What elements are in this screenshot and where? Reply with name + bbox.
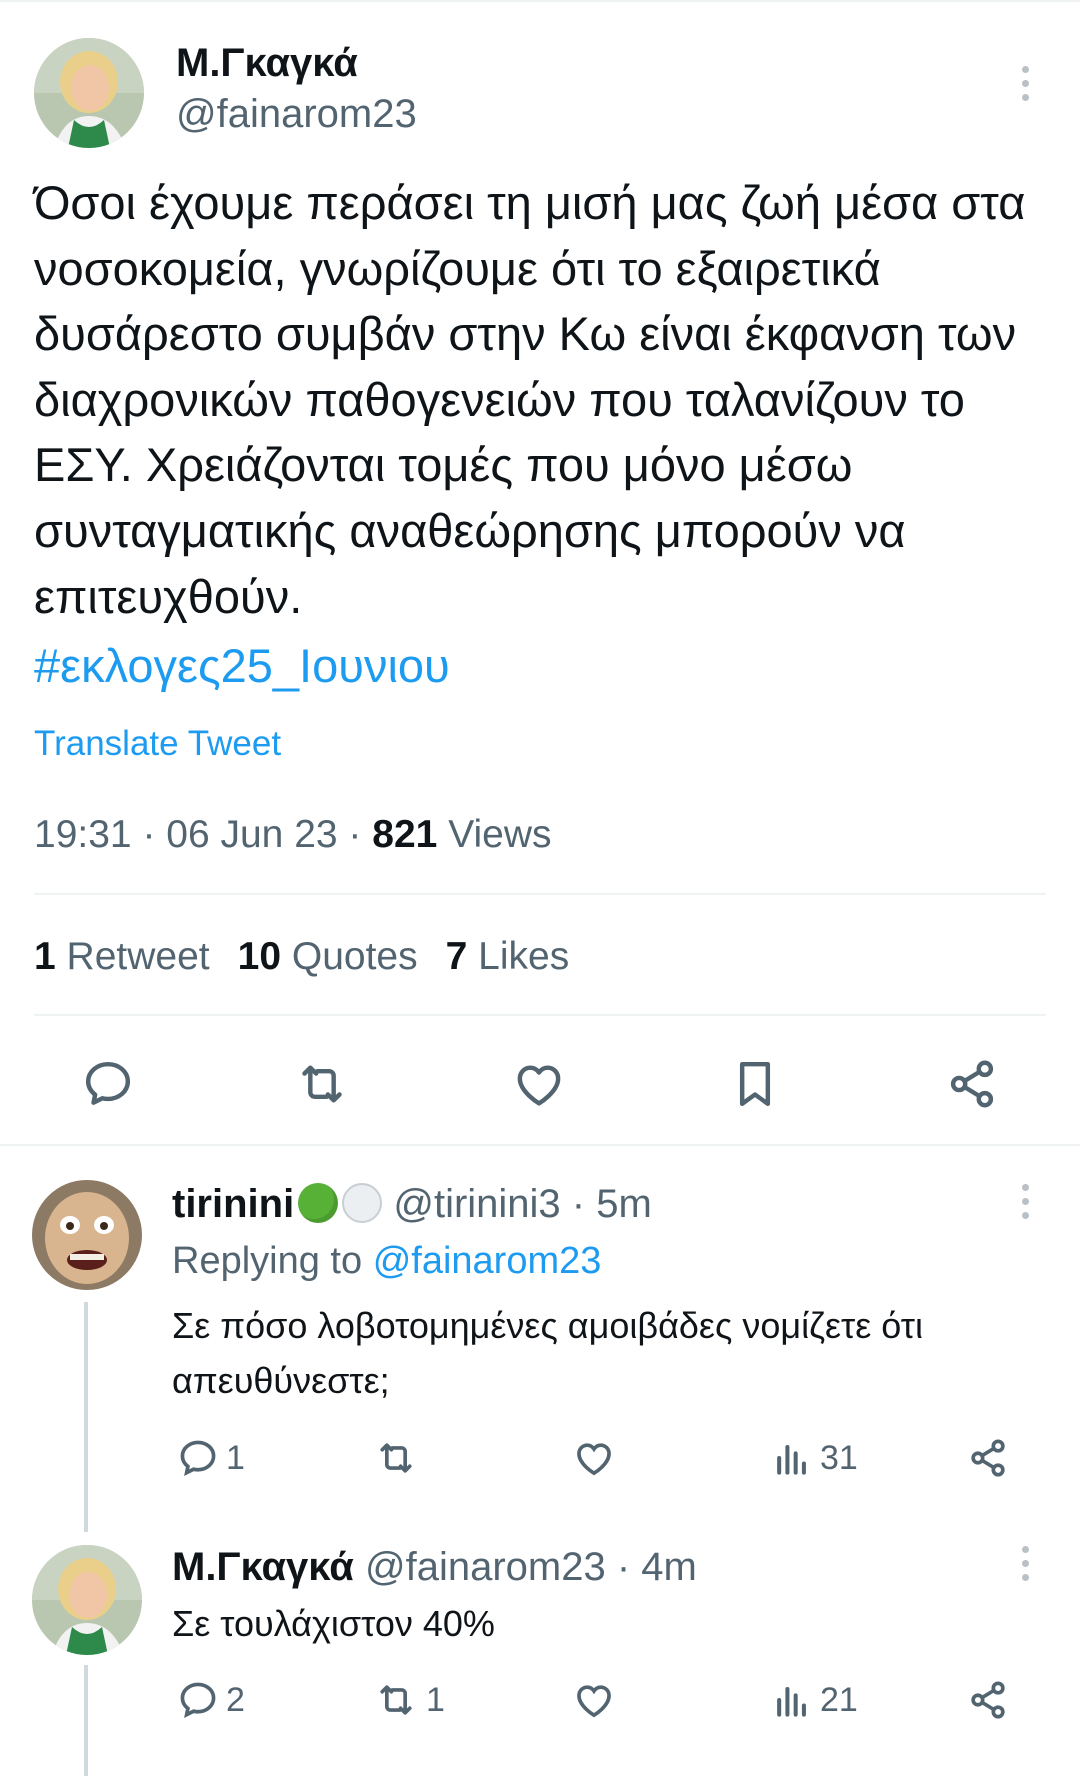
share-icon[interactable] xyxy=(966,1436,1010,1480)
more-options-icon[interactable] xyxy=(1015,66,1035,101)
thread-line xyxy=(84,1665,88,1776)
divider xyxy=(34,893,1046,895)
views-button[interactable]: 21 xyxy=(770,1678,858,1722)
reply-author-name[interactable]: tirinini xyxy=(172,1182,294,1226)
like-icon[interactable] xyxy=(511,1056,567,1112)
white-circle-emoji xyxy=(342,1183,383,1223)
replying-to: Replying to @fainarom23 xyxy=(172,1240,602,1282)
green-circle-emoji xyxy=(298,1183,339,1223)
retweet-button[interactable]: 1 xyxy=(372,1678,445,1722)
reply-author-name[interactable]: Μ.Γκαγκά xyxy=(172,1545,354,1589)
like-icon xyxy=(577,1443,611,1476)
author-avatar[interactable] xyxy=(34,38,144,148)
translate-tweet-link[interactable]: Translate Tweet xyxy=(34,724,281,764)
more-options-icon[interactable] xyxy=(1015,1184,1035,1219)
reply-author-handle[interactable]: @fainarom23 xyxy=(365,1545,606,1589)
quotes-stat[interactable]: 10 Quotes xyxy=(238,935,418,979)
thread-line xyxy=(84,1302,88,1532)
reply-avatar[interactable] xyxy=(32,1545,142,1655)
bookmark-icon[interactable] xyxy=(727,1056,783,1112)
reply-author-line: tirinini @tirinini3 · 5m xyxy=(172,1182,652,1226)
like-button[interactable] xyxy=(572,1678,622,1722)
tweet-text: Όσοι έχουμε περάσει τη μισή μας ζωή μέσα… xyxy=(34,176,1026,623)
reply-count: 1 xyxy=(226,1438,245,1477)
views-label: Views xyxy=(448,813,552,856)
analytics-icon xyxy=(777,1686,806,1717)
views-count: 31 xyxy=(820,1438,858,1477)
analytics-icon xyxy=(777,1444,806,1475)
reply-count: 2 xyxy=(226,1680,245,1719)
reply-age[interactable]: 5m xyxy=(596,1182,652,1226)
like-button[interactable] xyxy=(572,1436,622,1480)
tweet-stats: 1 Retweet 10 Quotes 7 Likes xyxy=(34,935,597,979)
reply-text: Σε τουλάχιστον 40% xyxy=(172,1603,495,1644)
more-options-icon[interactable] xyxy=(1015,1546,1035,1581)
share-icon[interactable] xyxy=(966,1678,1010,1722)
reply-author-line: Μ.Γκαγκά @fainarom23 · 4m xyxy=(172,1545,697,1589)
author-name[interactable]: Μ.Γκαγκά xyxy=(176,41,358,86)
reply-icon xyxy=(180,1440,216,1476)
reply-author-handle[interactable]: @tirinini3 xyxy=(393,1182,560,1226)
likes-stat[interactable]: 7 Likes xyxy=(446,935,570,979)
retweet-count: 1 xyxy=(426,1680,445,1719)
share-icon[interactable] xyxy=(944,1056,1000,1112)
retweet-icon[interactable] xyxy=(292,1056,352,1112)
views-count: 21 xyxy=(820,1680,858,1719)
tweet-time[interactable]: 19:31 xyxy=(34,813,132,856)
retweet-icon xyxy=(380,1685,412,1715)
replying-to-handle[interactable]: @fainarom23 xyxy=(373,1240,602,1282)
reply-icon xyxy=(180,1682,216,1718)
author-handle[interactable]: @fainarom23 xyxy=(176,92,417,137)
reply-button[interactable]: 2 xyxy=(176,1678,245,1722)
divider xyxy=(0,1144,1080,1146)
reply-text: Σε πόσο λοβοτομημένες αμοιβάδες νομίζετε… xyxy=(172,1305,924,1401)
like-icon xyxy=(577,1685,611,1718)
reply-age[interactable]: 4m xyxy=(641,1545,697,1589)
tweet-metadata: 19:31 · 06 Jun 23 · 821 Views xyxy=(34,813,552,856)
hashtag-link[interactable]: #εκλογες25_Ιουνιου xyxy=(34,638,450,693)
retweet-icon xyxy=(380,1443,412,1473)
retweet-button[interactable] xyxy=(372,1436,426,1480)
divider xyxy=(34,1014,1046,1016)
reply-avatar[interactable] xyxy=(32,1180,142,1290)
tweet-date[interactable]: 06 Jun 23 xyxy=(166,813,337,856)
reply-icon[interactable] xyxy=(80,1056,136,1112)
views-count: 821 xyxy=(372,813,438,856)
reply-button[interactable]: 1 xyxy=(176,1436,245,1480)
top-divider xyxy=(0,0,1080,2)
retweets-stat[interactable]: 1 Retweet xyxy=(34,935,210,979)
views-button[interactable]: 31 xyxy=(770,1436,858,1480)
